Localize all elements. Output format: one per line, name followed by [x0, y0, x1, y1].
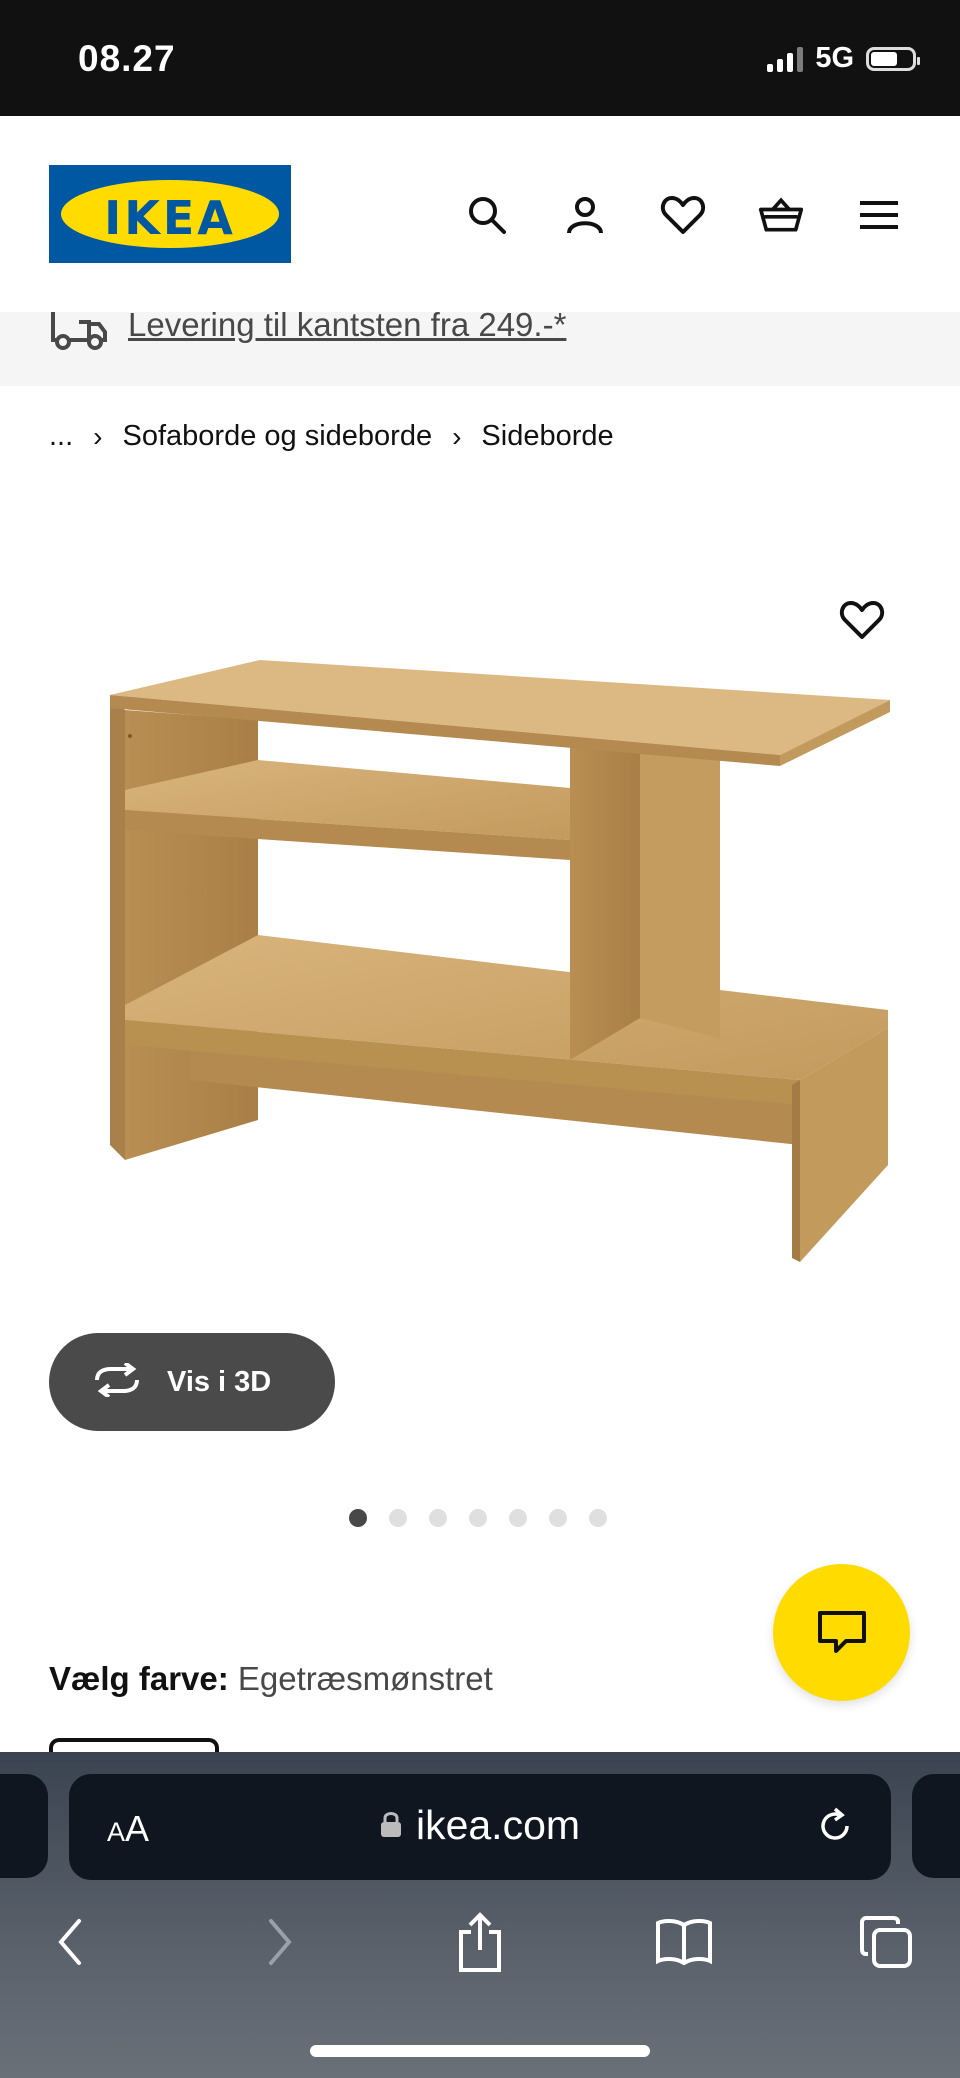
status-bar: 08.27 5G — [0, 0, 960, 116]
address-bar[interactable]: AA ikea.com — [69, 1774, 891, 1880]
forward-icon[interactable] — [240, 1902, 320, 1982]
carousel-dot[interactable] — [349, 1509, 367, 1527]
carousel-dot[interactable] — [589, 1509, 607, 1527]
bookmarks-icon[interactable] — [644, 1902, 724, 1982]
breadcrumb-item-sideborde[interactable]: Sideborde — [481, 420, 613, 453]
side-table-illustration — [110, 660, 890, 1262]
heart-icon[interactable] — [660, 192, 706, 238]
view-3d-button[interactable]: Vis i 3D — [49, 1333, 335, 1431]
logo-text: IKEA — [104, 191, 236, 245]
ikea-logo[interactable]: IKEA — [49, 165, 291, 263]
favorite-heart-icon[interactable] — [834, 592, 890, 648]
color-label: Vælg farve: — [49, 1660, 229, 1697]
browser-toolbar: AA ikea.com — [0, 1752, 960, 2078]
browser-nav-row — [0, 1902, 960, 1992]
delivery-link[interactable]: Levering til kantsten fra 249.-* — [128, 306, 566, 344]
status-time: 08.27 — [78, 38, 176, 79]
breadcrumb-ellipsis[interactable]: ... — [49, 420, 73, 453]
battery-icon — [866, 46, 920, 71]
color-value: Egetræsmønstret — [237, 1660, 493, 1697]
image-carousel-dots — [349, 1509, 607, 1527]
breadcrumb-item-sofaborde[interactable]: Sofaborde og sideborde — [123, 420, 433, 453]
rotate-3d-icon — [91, 1360, 143, 1402]
home-indicator[interactable] — [310, 2045, 650, 2057]
search-icon[interactable] — [464, 192, 510, 238]
carousel-dot[interactable] — [549, 1509, 567, 1527]
chat-icon — [817, 1610, 866, 1653]
carousel-dot[interactable] — [429, 1509, 447, 1527]
carousel-dot[interactable] — [389, 1509, 407, 1527]
basket-icon[interactable] — [758, 192, 804, 238]
share-icon[interactable] — [440, 1902, 520, 1982]
network-type: 5G — [815, 42, 854, 74]
next-tab-peek[interactable] — [912, 1774, 960, 1878]
reload-icon[interactable] — [815, 1806, 855, 1851]
product-image[interactable] — [0, 540, 960, 1280]
status-indicators: 5G — [767, 42, 920, 75]
site-header: IKEA — [0, 116, 960, 312]
breadcrumb-separator: › — [452, 420, 462, 452]
previous-tab-peek[interactable] — [0, 1774, 48, 1878]
view-3d-label: Vis i 3D — [167, 1365, 272, 1398]
color-selection: Vælg farve: Egetræsmønstret — [49, 1660, 493, 1698]
signal-icon — [767, 46, 804, 72]
carousel-dot[interactable] — [469, 1509, 487, 1527]
back-icon[interactable] — [30, 1902, 110, 1982]
lock-icon — [380, 1801, 402, 1848]
url-text: ikea.com — [415, 1802, 581, 1848]
delivery-banner: Levering til kantsten fra 249.-* — [0, 306, 960, 386]
account-icon[interactable] — [562, 192, 608, 238]
menu-icon[interactable] — [856, 192, 902, 238]
breadcrumb-separator: › — [93, 420, 103, 452]
carousel-dot[interactable] — [509, 1509, 527, 1527]
chat-button[interactable] — [773, 1564, 910, 1701]
breadcrumb: ... › Sofaborde og sideborde › Sideborde — [49, 420, 614, 453]
tabs-icon[interactable] — [846, 1902, 926, 1982]
truck-icon — [49, 310, 107, 357]
